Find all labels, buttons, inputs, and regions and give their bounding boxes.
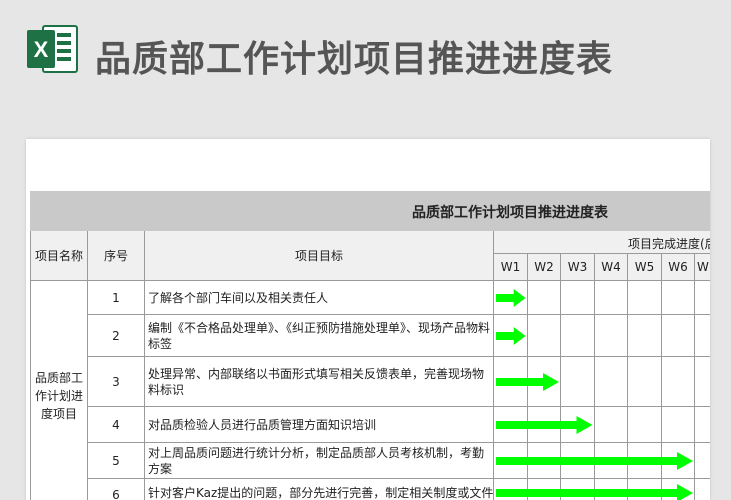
progress-arrow bbox=[496, 484, 693, 500]
goal-cell[interactable]: 了解各个部门车间以及相关责任人 bbox=[145, 281, 494, 315]
seq-cell[interactable]: 5 bbox=[88, 443, 145, 479]
project-name-cell[interactable]: 品质部工作计划进度项目 bbox=[30, 281, 88, 500]
week-cell[interactable] bbox=[528, 315, 561, 357]
week-cell[interactable] bbox=[628, 407, 662, 443]
week-cell[interactable] bbox=[695, 407, 710, 443]
excel-icon: X bbox=[27, 25, 78, 73]
sheet-banner: 品质部工作计划项目推进进度表 bbox=[30, 191, 710, 232]
page-header: X 品质部工作计划项目推进进度表 bbox=[0, 0, 731, 120]
goal-cell[interactable]: 编制《不合格品处理单》、《纠正预防措施处理单》、现场产品物料标签 bbox=[145, 315, 494, 357]
week-cell[interactable] bbox=[695, 443, 710, 479]
week-cell[interactable] bbox=[628, 315, 662, 357]
progress-arrow bbox=[496, 327, 526, 345]
week-header-2[interactable]: W2 bbox=[528, 254, 561, 281]
week-header-5[interactable]: W5 bbox=[628, 254, 662, 281]
spreadsheet[interactable]: 品质部工作计划项目推进进度表 项目名称 序号 项目目标 项目完成进度(后 W1 … bbox=[26, 139, 710, 500]
seq-cell[interactable]: 2 bbox=[88, 315, 145, 357]
week-cell[interactable] bbox=[561, 315, 595, 357]
week-cell[interactable] bbox=[662, 357, 695, 407]
seq-cell[interactable]: 6 bbox=[88, 479, 145, 500]
progress-arrow bbox=[496, 416, 593, 434]
week-cell[interactable] bbox=[561, 281, 595, 315]
goal-cell[interactable]: 处理异常、内部联络以书面形式填写相关反馈表单，完善现场物料标识 bbox=[145, 357, 494, 407]
week-cell[interactable] bbox=[595, 281, 628, 315]
progress-arrow bbox=[496, 452, 693, 470]
week-header-1[interactable]: W1 bbox=[494, 254, 528, 281]
week-cell[interactable] bbox=[561, 357, 595, 407]
week-header-6[interactable]: W6 bbox=[662, 254, 695, 281]
week-header-7[interactable]: W bbox=[695, 254, 710, 281]
progress-arrow bbox=[496, 289, 526, 307]
seq-cell[interactable]: 1 bbox=[88, 281, 145, 315]
goal-cell[interactable]: 针对客户Kaz提出的问题，部分先进行完善，制定相关制度或文件及 bbox=[145, 479, 494, 500]
week-cell[interactable] bbox=[662, 315, 695, 357]
seq-cell[interactable]: 4 bbox=[88, 407, 145, 443]
week-cell[interactable] bbox=[695, 357, 710, 407]
week-header-4[interactable]: W4 bbox=[595, 254, 628, 281]
page-title: 品质部工作计划项目推进进度表 bbox=[95, 39, 614, 80]
week-cell[interactable] bbox=[662, 281, 695, 315]
header-progress-group[interactable]: 项目完成进度(后 bbox=[494, 231, 710, 254]
week-cell[interactable] bbox=[695, 281, 710, 315]
goal-cell[interactable]: 对上周品质问题进行统计分析，制定品质部人员考核机制，考勤方案 bbox=[145, 443, 494, 479]
week-cell[interactable] bbox=[628, 281, 662, 315]
week-cell[interactable] bbox=[595, 315, 628, 357]
week-cell[interactable] bbox=[528, 281, 561, 315]
week-cell[interactable] bbox=[595, 357, 628, 407]
progress-arrow bbox=[496, 373, 559, 391]
week-header-3[interactable]: W3 bbox=[561, 254, 595, 281]
seq-cell[interactable]: 3 bbox=[88, 357, 145, 407]
header-project-name[interactable]: 项目名称 bbox=[30, 231, 88, 281]
week-cell[interactable] bbox=[695, 315, 710, 357]
header-seq[interactable]: 序号 bbox=[88, 231, 145, 281]
week-cell[interactable] bbox=[662, 407, 695, 443]
header-goal[interactable]: 项目目标 bbox=[145, 231, 494, 281]
sheet-title: 品质部工作计划项目推进进度表 bbox=[412, 205, 608, 221]
week-cell[interactable] bbox=[628, 357, 662, 407]
week-cell[interactable] bbox=[695, 479, 710, 500]
goal-cell[interactable]: 对品质检验人员进行品质管理方面知识培训 bbox=[145, 407, 494, 443]
week-cell[interactable] bbox=[595, 407, 628, 443]
excel-icon-letter: X bbox=[34, 37, 49, 62]
